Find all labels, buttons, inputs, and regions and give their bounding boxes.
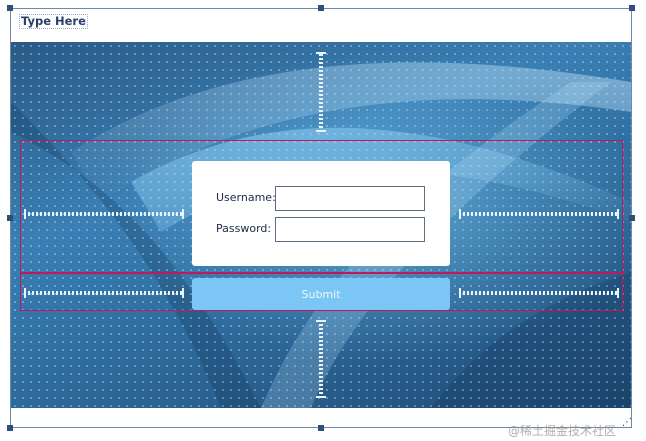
submit-button[interactable]: Submit	[192, 278, 450, 310]
resize-handle-middle-right[interactable]	[629, 215, 635, 221]
resize-handle-bottom-left[interactable]	[7, 425, 13, 431]
resize-handle-top-right[interactable]	[629, 5, 635, 11]
horizontal-spacer-right-bottom[interactable]	[459, 288, 619, 298]
password-input[interactable]	[275, 217, 425, 242]
username-input[interactable]	[275, 186, 425, 211]
form-title-bar: Type Here	[11, 9, 631, 42]
resize-handle-middle-left[interactable]	[7, 215, 13, 221]
vertical-spacer-top[interactable]	[316, 52, 326, 132]
password-label: Password:	[216, 222, 272, 235]
login-card: Username: Password:	[192, 161, 450, 266]
watermark-text: @稀土掘金技术社区	[508, 424, 617, 438]
vertical-spacer-bottom[interactable]	[316, 320, 326, 398]
resize-handle-top-left[interactable]	[7, 5, 13, 11]
horizontal-spacer-left-bottom[interactable]	[24, 288, 184, 298]
horizontal-spacer-right-top[interactable]	[459, 209, 619, 219]
resize-handle-bottom-center[interactable]	[318, 425, 324, 431]
form-designer: Type Here Username: Password: Submit ⋰ @…	[0, 0, 646, 441]
form-title-placeholder[interactable]: Type Here	[19, 14, 88, 29]
username-label: Username:	[216, 191, 276, 204]
resize-grip-icon[interactable]: ⋰	[622, 418, 632, 428]
horizontal-spacer-left-top[interactable]	[24, 209, 184, 219]
resize-handle-top-center[interactable]	[318, 5, 324, 11]
